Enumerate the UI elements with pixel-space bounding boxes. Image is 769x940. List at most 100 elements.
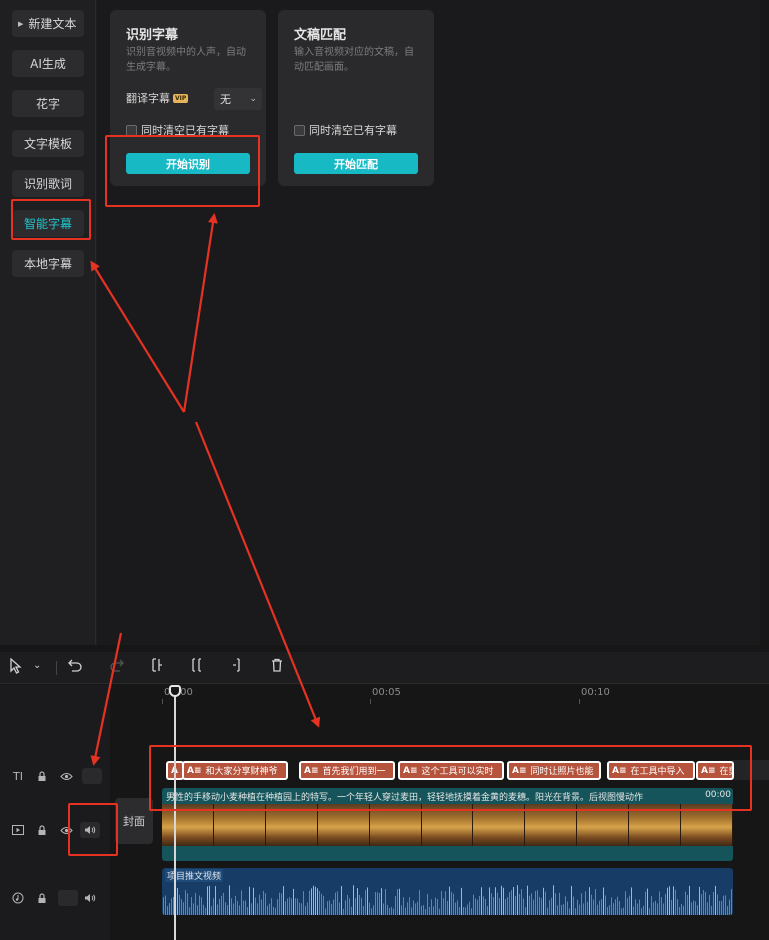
waveform-bar <box>283 886 284 915</box>
start-match-button[interactable]: 开始匹配 <box>294 153 418 174</box>
waveform-bar <box>557 905 558 915</box>
waveform-bar <box>459 907 460 915</box>
waveform-bar <box>429 906 430 915</box>
sidebar-item-text-template[interactable]: 文字模板 <box>12 130 84 157</box>
waveform-bar <box>213 898 214 915</box>
waveform-bar <box>371 908 372 915</box>
waveform-bar <box>255 897 256 915</box>
waveform-bar <box>385 889 386 915</box>
waveform-bar <box>615 899 616 915</box>
waveform-bar <box>567 901 568 915</box>
waveform-bar <box>693 900 694 915</box>
chevron-down-icon: ⌄ <box>249 94 257 104</box>
cover-button[interactable]: 封面 <box>115 798 153 844</box>
translate-subtitle-row: 翻译字幕 VIP <box>126 90 189 106</box>
annotation-box <box>11 199 91 240</box>
sidebar-item-local-subtitles[interactable]: 本地字幕 <box>12 250 84 277</box>
lock-icon[interactable] <box>34 768 50 784</box>
waveform-bar <box>481 887 482 915</box>
waveform-bar <box>535 890 536 915</box>
waveform-bar <box>227 904 228 915</box>
waveform-bar <box>585 891 586 915</box>
waveform-bar <box>499 897 500 915</box>
translate-language-select[interactable]: 无 ⌄ <box>214 88 262 110</box>
waveform-bar <box>485 898 486 915</box>
waveform-bar <box>417 901 418 915</box>
waveform-bar <box>505 899 506 915</box>
vip-badge: VIP <box>173 93 189 103</box>
waveform-bar <box>249 886 250 915</box>
trim-left-icon[interactable] <box>190 658 204 676</box>
waveform-bar <box>547 907 548 915</box>
sidebar-item-ai-generate[interactable]: AI生成 <box>12 50 84 77</box>
waveform-bar <box>267 905 268 915</box>
waveform-bar <box>237 901 238 915</box>
sidebar-item-recognize-lyrics[interactable]: 识别歌词 <box>12 170 84 197</box>
waveform-bar <box>427 894 428 915</box>
text-sidebar: ▶ 新建文本 AI生成 花字 文字模板 识别歌词 智能字幕 本地字幕 <box>0 0 96 645</box>
waveform-bar <box>653 902 654 915</box>
audio-clip[interactable]: 项目推文视频 <box>162 868 733 915</box>
split-icon[interactable] <box>150 658 164 676</box>
waveform-bar <box>701 894 702 915</box>
waveform-bar <box>369 902 370 915</box>
redo-icon[interactable] <box>110 658 124 676</box>
clear-existing-checkbox[interactable] <box>294 124 305 136</box>
waveform-bar <box>355 898 356 915</box>
clear-existing-checkbox[interactable] <box>126 124 137 136</box>
waveform-bar <box>687 894 688 915</box>
waveform-bar <box>327 901 328 915</box>
toolbar-divider <box>56 661 57 675</box>
waveform-bar <box>673 886 674 915</box>
waveform-bar <box>453 893 454 915</box>
waveform-bar <box>321 893 322 915</box>
clear-existing-subtitles-option[interactable]: 同时清空已有字幕 <box>294 122 397 138</box>
waveform-bar <box>695 901 696 915</box>
waveform-bar <box>635 899 636 915</box>
lock-icon[interactable] <box>34 890 50 906</box>
waveform-bar <box>689 885 690 915</box>
waveform-bar <box>259 894 260 915</box>
waveform-bar <box>271 898 272 915</box>
waveform-bar <box>449 886 450 915</box>
waveform-bar <box>413 900 414 915</box>
eye-icon[interactable] <box>58 768 74 784</box>
waveform-bar <box>719 900 720 915</box>
text-panel: ▶ 新建文本 AI生成 花字 文字模板 识别歌词 智能字幕 本地字幕 识别字幕 … <box>0 0 760 645</box>
waveform-bar <box>565 896 566 915</box>
speaker-icon[interactable] <box>82 890 98 906</box>
playhead-handle[interactable] <box>169 685 181 697</box>
waveform-bar <box>347 894 348 915</box>
waveform-bar <box>543 887 544 915</box>
waveform-bar <box>383 903 384 915</box>
waveform-bar <box>223 892 224 915</box>
waveform-bar <box>277 899 278 915</box>
time-ruler[interactable]: 00:00 00:05 00:10 <box>160 685 769 707</box>
waveform-bar <box>493 897 494 915</box>
waveform-bar <box>445 891 446 915</box>
waveform-bar <box>651 896 652 915</box>
delete-icon[interactable] <box>270 658 284 676</box>
undo-icon[interactable] <box>68 658 82 676</box>
waveform-bar <box>705 892 706 915</box>
waveform-bar <box>699 886 700 915</box>
sidebar-item-fancy-text[interactable]: 花字 <box>12 90 84 117</box>
select-cursor-icon[interactable] <box>9 657 23 678</box>
waveform-bar <box>171 898 172 915</box>
waveform-bar <box>285 901 286 915</box>
waveform-bar <box>447 900 448 915</box>
waveform-bar <box>489 887 490 915</box>
waveform-bar <box>165 895 166 915</box>
waveform-bar <box>591 894 592 915</box>
waveform-bar <box>597 904 598 915</box>
chevron-down-icon[interactable]: ⌄ <box>33 660 41 671</box>
waveform-bar <box>721 900 722 915</box>
waveform-bar <box>577 899 578 915</box>
lock-icon[interactable] <box>34 822 50 838</box>
playhead[interactable] <box>174 685 176 940</box>
waveform-bar <box>617 896 618 915</box>
trim-right-icon[interactable] <box>230 658 244 676</box>
waveform-bar <box>549 900 550 915</box>
sidebar-item-new-text[interactable]: ▶ 新建文本 <box>12 10 84 37</box>
ruler-tick <box>370 699 371 704</box>
